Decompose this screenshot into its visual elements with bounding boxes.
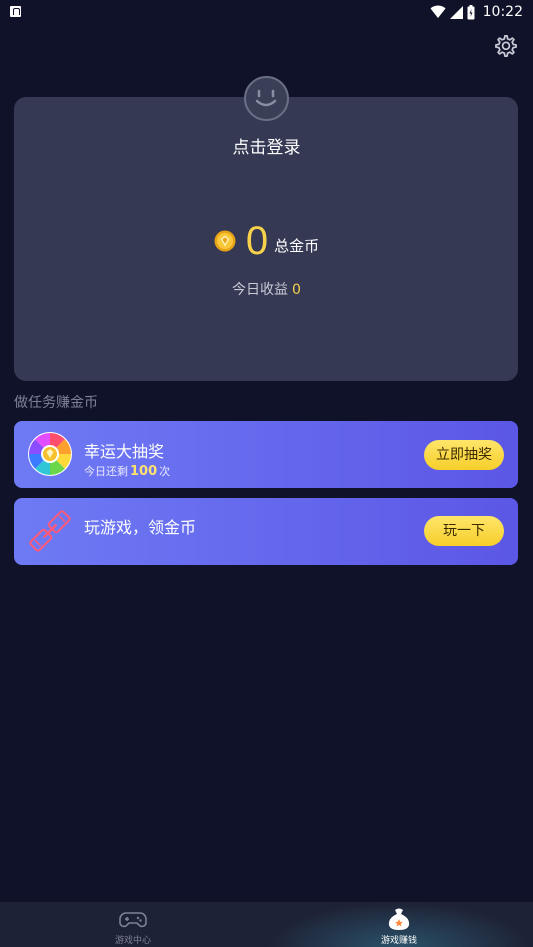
status-time: 10:22 xyxy=(482,4,523,20)
remaining-prefix: 今日还剩 xyxy=(84,465,128,478)
task-title: 幸运大抽奖 xyxy=(84,442,165,461)
task-title: 玩游戏，领金币 xyxy=(84,518,197,537)
gold-coin-icon xyxy=(214,230,236,252)
section-title: 做任务赚金币 xyxy=(14,395,98,411)
play-now-button[interactable]: 玩一下 xyxy=(424,516,504,546)
status-icons: 10:22 xyxy=(430,3,523,21)
nav-label-earn-money: 游戏赚钱 xyxy=(380,936,417,946)
draw-now-button[interactable]: 立即抽奖 xyxy=(424,440,504,470)
remaining-suffix: 次 xyxy=(159,465,171,478)
task-card-play-game[interactable]: 玩游戏，领金币 玩一下 xyxy=(14,498,518,565)
money-bag-icon xyxy=(388,908,410,930)
total-coins-value: 0 xyxy=(245,219,269,263)
wifi-icon xyxy=(430,5,446,18)
settings-button[interactable] xyxy=(493,33,519,59)
nav-item-earn-money[interactable]: 游戏赚钱 xyxy=(266,902,532,947)
today-earnings: 今日收益 0 xyxy=(0,279,533,299)
today-earnings-label: 今日收益 xyxy=(232,282,289,298)
bottom-nav: 游戏中心 游戏赚钱 xyxy=(0,902,533,947)
status-bar: 10:22 xyxy=(0,0,533,24)
avatar[interactable] xyxy=(244,76,289,121)
task-card-lucky-draw[interactable]: 幸运大抽奖 今日还剩 100 次 立即抽奖 xyxy=(14,421,518,488)
gear-icon xyxy=(495,35,517,57)
total-coins-row: 0 总金币 xyxy=(0,216,533,266)
today-earnings-value: 0 xyxy=(292,282,301,298)
task-subtitle: 今日还剩 100 次 xyxy=(84,463,170,479)
signal-icon xyxy=(449,5,463,19)
remaining-count: 100 xyxy=(130,464,158,479)
battery-icon xyxy=(467,4,475,19)
screen: 10:22 点击登录 0 总金币 今日收益 0 做任务赚金币 幸运大抽奖 今日还… xyxy=(0,0,533,947)
login-link[interactable]: 点击登录 xyxy=(0,133,533,158)
app-notification-icon xyxy=(10,6,21,17)
gamepad-icon xyxy=(119,912,147,928)
face-avatar-icon xyxy=(255,89,277,107)
nav-item-game-center[interactable]: 游戏中心 xyxy=(0,902,266,947)
nav-label-game-center: 游戏中心 xyxy=(114,936,151,946)
lucky-wheel-icon xyxy=(28,432,72,476)
total-coins-label: 总金币 xyxy=(274,237,320,255)
game-link-icon xyxy=(29,510,71,552)
